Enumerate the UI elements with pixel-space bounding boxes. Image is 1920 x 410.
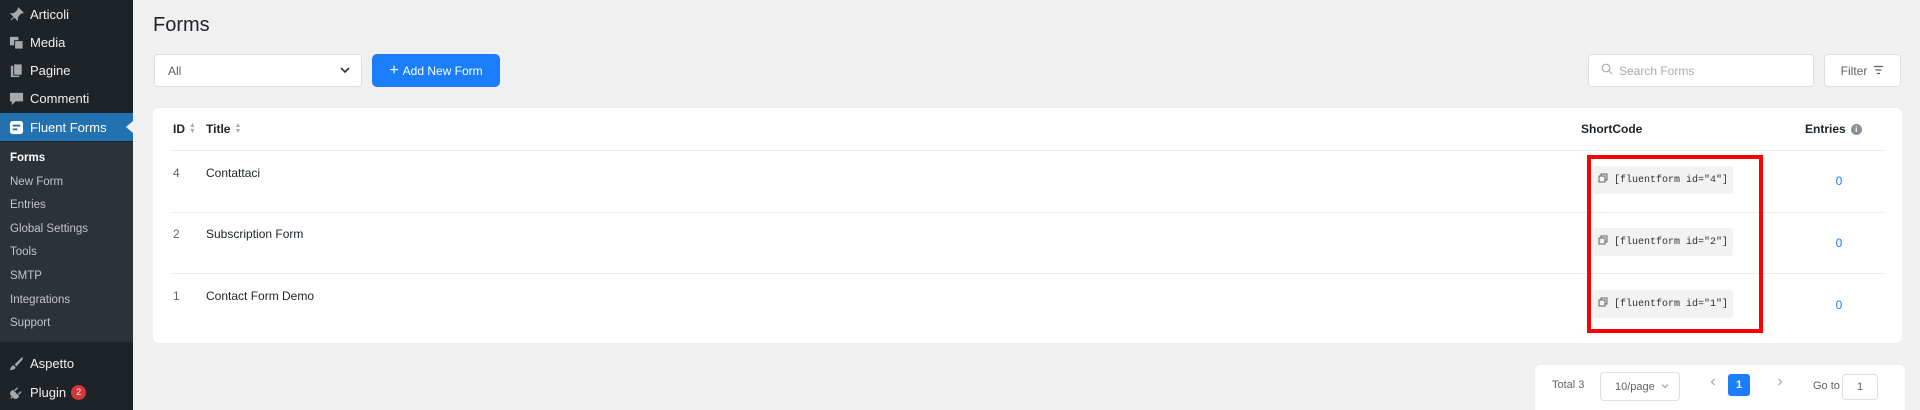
header-label: Title <box>206 122 231 136</box>
page-title: Forms <box>153 14 210 36</box>
submenu-item-support[interactable]: Support <box>10 317 50 329</box>
entries-count-link[interactable]: 0 <box>1829 236 1849 250</box>
row-id: 4 <box>173 166 180 180</box>
submenu-item-forms[interactable]: Forms <box>10 152 45 164</box>
submenu-item-tools[interactable]: Tools <box>10 246 37 258</box>
column-header-title[interactable]: Title ▲ ▼ <box>206 122 241 136</box>
search-input[interactable] <box>1619 63 1799 78</box>
submenu-item-new-form[interactable]: New Form <box>10 176 63 188</box>
sidebar-item-label: Commenti <box>30 90 90 106</box>
chevron-down-icon <box>339 64 351 79</box>
sidebar-item-aspetto[interactable]: Aspetto <box>0 349 133 377</box>
fluent-forms-submenu: Forms New Form Entries Global Settings T… <box>0 142 133 342</box>
page-icon <box>8 62 24 78</box>
submenu-item-global-settings[interactable]: Global Settings <box>10 223 88 235</box>
header-label: ID <box>173 122 185 136</box>
chevron-down-icon <box>1660 381 1670 394</box>
shortcode-highlight-box <box>1587 155 1763 333</box>
row-title-link[interactable]: Subscription Form <box>206 227 303 241</box>
row-title-link[interactable]: Contattaci <box>206 166 260 180</box>
info-icon[interactable]: i <box>1850 123 1862 135</box>
fluent-forms-icon <box>8 119 24 135</box>
update-count-badge: 2 <box>71 384 87 400</box>
search-icon <box>1601 62 1613 80</box>
column-header-entries: Entries i <box>1805 122 1862 136</box>
button-label: Filter <box>1840 63 1868 78</box>
divider <box>171 150 1884 151</box>
entries-count-link[interactable]: 0 <box>1829 174 1849 188</box>
search-field[interactable] <box>1588 54 1814 87</box>
admin-sidebar: Articoli Media Pagine Commenti Fluent Fo… <box>0 0 133 410</box>
goto-page-input[interactable]: 1 <box>1842 374 1878 400</box>
sidebar-item-label: Pagine <box>30 62 71 78</box>
sort-icon[interactable]: ▲ ▼ <box>189 122 196 135</box>
submenu-item-entries[interactable]: Entries <box>10 199 46 211</box>
sidebar-item-media[interactable]: Media <box>0 28 133 56</box>
next-page-icon[interactable] <box>1775 377 1785 390</box>
header-label: ShortCode <box>1581 122 1643 136</box>
sidebar-item-commenti[interactable]: Commenti <box>0 84 133 112</box>
sidebar-item-fluent-forms[interactable]: Fluent Forms <box>0 113 133 141</box>
plus-icon: + <box>389 61 399 79</box>
submenu-item-integrations[interactable]: Integrations <box>10 294 70 306</box>
sidebar-item-label: Aspetto <box>30 355 75 371</box>
row-title-link[interactable]: Contact Form Demo <box>206 289 314 303</box>
button-label: Add New Form <box>402 63 483 78</box>
entries-count-link[interactable]: 0 <box>1829 298 1849 312</box>
sidebar-item-articoli[interactable]: Articoli <box>0 0 133 28</box>
appearance-icon <box>8 355 24 371</box>
page-number-current[interactable]: 1 <box>1728 374 1750 396</box>
column-header-shortcode: ShortCode <box>1581 122 1642 136</box>
plugin-icon <box>8 384 24 400</box>
pin-icon <box>8 6 24 22</box>
media-icon <box>8 34 24 50</box>
sidebar-item-label: Plugin <box>30 384 67 400</box>
row-id: 2 <box>173 227 180 241</box>
pagination: Total 3 10/page 1 Go to 1 <box>1535 365 1905 410</box>
form-filter-select[interactable]: All <box>154 54 362 87</box>
sidebar-item-label: Media <box>30 34 66 50</box>
sidebar-item-pagine[interactable]: Pagine <box>0 56 133 84</box>
submenu-item-smtp[interactable]: SMTP <box>10 270 42 282</box>
goto-label: Go to <box>1813 380 1840 392</box>
select-value: 10/page <box>1615 380 1655 393</box>
filter-button[interactable]: Filter <box>1824 54 1901 87</box>
sidebar-item-plugin[interactable]: Plugin 2 <box>0 378 133 406</box>
column-header-id[interactable]: ID ▲ ▼ <box>173 122 196 136</box>
filter-icon <box>1873 64 1884 78</box>
row-id: 1 <box>173 289 180 303</box>
active-indicator <box>126 121 133 133</box>
sort-icon[interactable]: ▲ ▼ <box>234 122 241 135</box>
sidebar-item-label: Fluent Forms <box>30 119 107 135</box>
comment-icon <box>8 90 24 106</box>
sidebar-item-label: Articoli <box>30 6 70 22</box>
prev-page-icon[interactable] <box>1708 377 1718 390</box>
pagination-total: Total 3 <box>1552 379 1585 391</box>
header-label: Entries <box>1805 122 1846 136</box>
page-size-select[interactable]: 10/page <box>1600 372 1680 401</box>
select-value: All <box>168 63 182 78</box>
add-new-form-button[interactable]: + Add New Form <box>372 54 500 87</box>
